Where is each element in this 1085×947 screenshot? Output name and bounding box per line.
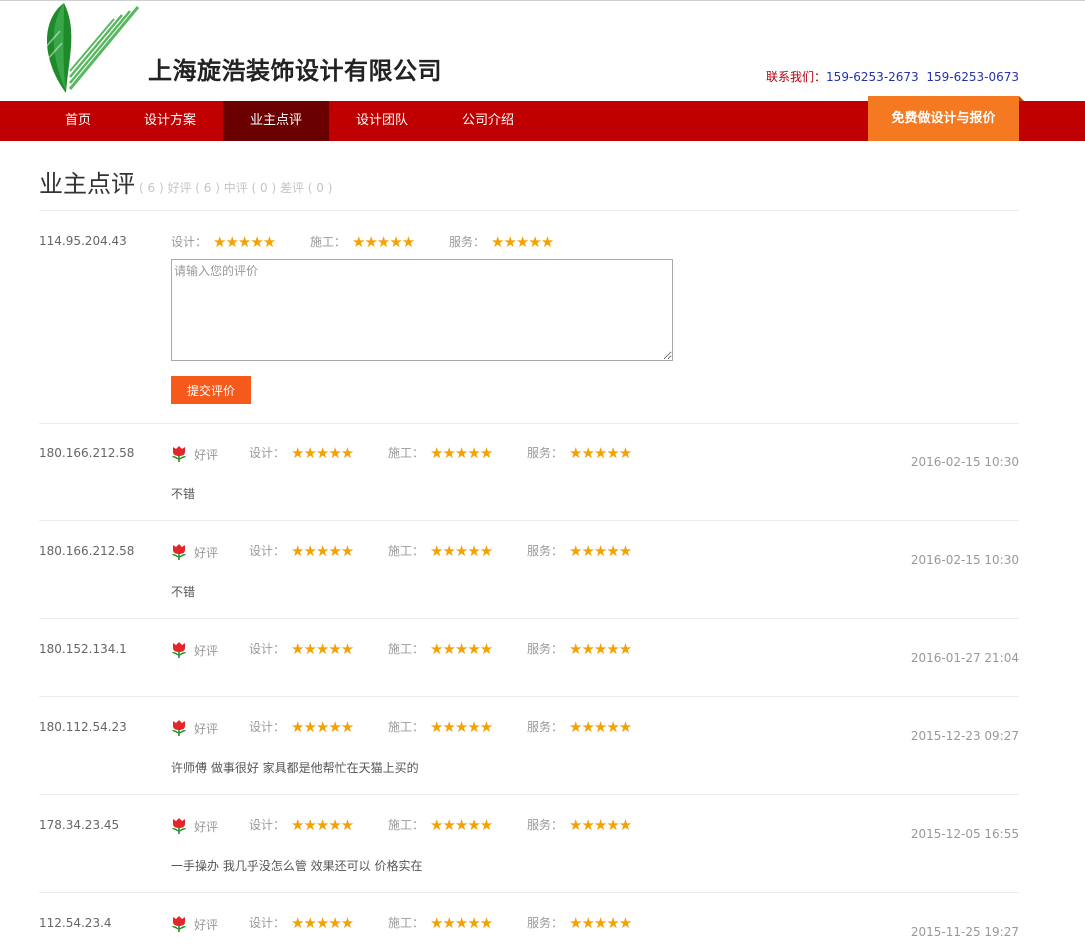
divider: [39, 210, 1019, 211]
flower-icon: [172, 642, 186, 658]
service-rating: 服务： ★★★★★: [527, 640, 632, 658]
main-nav: 首页 设计方案 业主点评 设计团队 公司介绍 免费做设计与报价: [0, 96, 1085, 141]
star-icon: ★★★★★: [430, 914, 493, 932]
contact-info: 联系我们：159-6253-2673 159-6253-0673: [766, 68, 1019, 85]
star-icon: ★★★★★: [430, 718, 493, 736]
nav-item-design-plans[interactable]: 设计方案: [128, 101, 212, 141]
section-heading: 业主点评 ( 6 ) 好评 ( 6 ) 中评 ( 0 ) 差评 ( 0 ): [39, 164, 332, 199]
site-header: 上海旋浩装饰设计有限公司 联系我们：159-6253-2673 159-6253…: [0, 1, 1085, 101]
star-icon[interactable]: ★★★★★: [213, 233, 276, 251]
design-rating: 设计： ★★★★★: [249, 816, 354, 834]
review-badge: 好评: [170, 543, 218, 561]
review-date: 2016-02-15 10:30: [910, 455, 1019, 469]
star-icon: ★★★★★: [291, 816, 354, 834]
construction-rating: 施工： ★★★★★: [388, 640, 493, 658]
flower-icon: [172, 720, 186, 736]
star-icon: ★★★★★: [430, 816, 493, 834]
flower-icon: [172, 446, 186, 462]
service-rating: 服务： ★★★★★: [527, 542, 632, 560]
star-icon[interactable]: ★★★★★: [352, 233, 415, 251]
divider: [39, 794, 1019, 795]
design-rating: 设计： ★★★★★: [249, 542, 354, 560]
review-date: 2015-12-23 09:27: [910, 729, 1019, 743]
star-icon[interactable]: ★★★★★: [491, 233, 554, 251]
form-design-rating[interactable]: 设计： ★★★★★: [171, 233, 276, 251]
design-rating: 设计： ★★★★★: [249, 444, 354, 462]
design-rating: 设计： ★★★★★: [249, 640, 354, 658]
phone-1[interactable]: 159-6253-2673: [826, 70, 919, 84]
form-construction-rating[interactable]: 施工： ★★★★★: [310, 233, 415, 251]
star-icon: ★★★★★: [430, 444, 493, 462]
star-icon: ★★★★★: [569, 914, 632, 932]
review-badge: 好评: [170, 915, 218, 933]
nav-item-design-team[interactable]: 设计团队: [340, 101, 424, 141]
design-rating: 设计： ★★★★★: [249, 718, 354, 736]
star-icon: ★★★★★: [569, 444, 632, 462]
review-text: 不错: [171, 487, 196, 501]
service-rating: 服务： ★★★★★: [527, 816, 632, 834]
reviewer-ip: 112.54.23.4: [39, 916, 112, 930]
divider: [39, 520, 1019, 521]
comment-input[interactable]: [171, 259, 673, 361]
reviewer-ip: 180.112.54.23: [39, 720, 127, 734]
review-date: 2015-11-25 19:27: [910, 925, 1019, 939]
review-badge: 好评: [170, 445, 218, 463]
flower-icon: [172, 544, 186, 560]
review-text: 不错: [171, 585, 196, 599]
review-date: 2016-01-27 21:04: [910, 651, 1019, 665]
phone-2[interactable]: 159-6253-0673: [926, 70, 1019, 84]
nav-item-about[interactable]: 公司介绍: [446, 101, 530, 141]
submit-review-button[interactable]: 提交评价: [171, 376, 251, 404]
service-rating: 服务： ★★★★★: [527, 444, 632, 462]
star-icon: ★★★★★: [569, 718, 632, 736]
form-service-rating[interactable]: 服务： ★★★★★: [449, 233, 554, 251]
star-icon: ★★★★★: [569, 816, 632, 834]
review-badge: 好评: [170, 719, 218, 737]
review-date: 2016-02-15 10:30: [910, 553, 1019, 567]
divider: [39, 618, 1019, 619]
free-design-quote-button[interactable]: 免费做设计与报价: [868, 96, 1024, 141]
star-icon: ★★★★★: [291, 542, 354, 560]
reviewer-ip: 180.166.212.58: [39, 544, 135, 558]
star-icon: ★★★★★: [430, 640, 493, 658]
contact-label: 联系我们：: [766, 70, 827, 84]
nav-item-reviews[interactable]: 业主点评: [223, 101, 329, 141]
construction-rating: 施工： ★★★★★: [388, 816, 493, 834]
construction-rating: 施工： ★★★★★: [388, 444, 493, 462]
reviewer-ip: 178.34.23.45: [39, 818, 120, 832]
construction-rating: 施工： ★★★★★: [388, 914, 493, 932]
construction-rating: 施工： ★★★★★: [388, 542, 493, 560]
company-name: 上海旋浩装饰设计有限公司: [148, 57, 442, 85]
flower-icon: [172, 818, 186, 834]
star-icon: ★★★★★: [291, 718, 354, 736]
design-rating: 设计： ★★★★★: [249, 914, 354, 932]
divider: [39, 696, 1019, 697]
flower-icon: [172, 916, 186, 932]
star-icon: ★★★★★: [291, 444, 354, 462]
review-text: 许师傅 做事很好 家具都是他帮忙在天猫上买的: [171, 761, 419, 775]
star-icon: ★★★★★: [569, 542, 632, 560]
divider: [39, 423, 1019, 424]
divider: [39, 892, 1019, 893]
star-icon: ★★★★★: [291, 914, 354, 932]
service-rating: 服务： ★★★★★: [527, 914, 632, 932]
star-icon: ★★★★★: [569, 640, 632, 658]
construction-rating: 施工： ★★★★★: [388, 718, 493, 736]
star-icon: ★★★★★: [430, 542, 493, 560]
service-rating: 服务： ★★★★★: [527, 718, 632, 736]
form-ip: 114.95.204.43: [39, 234, 127, 248]
review-badge: 好评: [170, 641, 218, 659]
star-icon: ★★★★★: [291, 640, 354, 658]
reviewer-ip: 180.166.212.58: [39, 446, 135, 460]
page-title: 业主点评: [39, 170, 135, 198]
company-logo-icon[interactable]: [40, 1, 142, 95]
review-text: 一手操办 我几乎没怎么管 效果还可以 价格实在: [171, 859, 423, 873]
review-date: 2015-12-05 16:55: [910, 827, 1019, 841]
nav-item-home[interactable]: 首页: [40, 101, 116, 141]
reviewer-ip: 180.152.134.1: [39, 642, 127, 656]
review-badge: 好评: [170, 817, 218, 835]
review-stats: ( 6 ) 好评 ( 6 ) 中评 ( 0 ) 差评 ( 0 ): [139, 181, 333, 195]
